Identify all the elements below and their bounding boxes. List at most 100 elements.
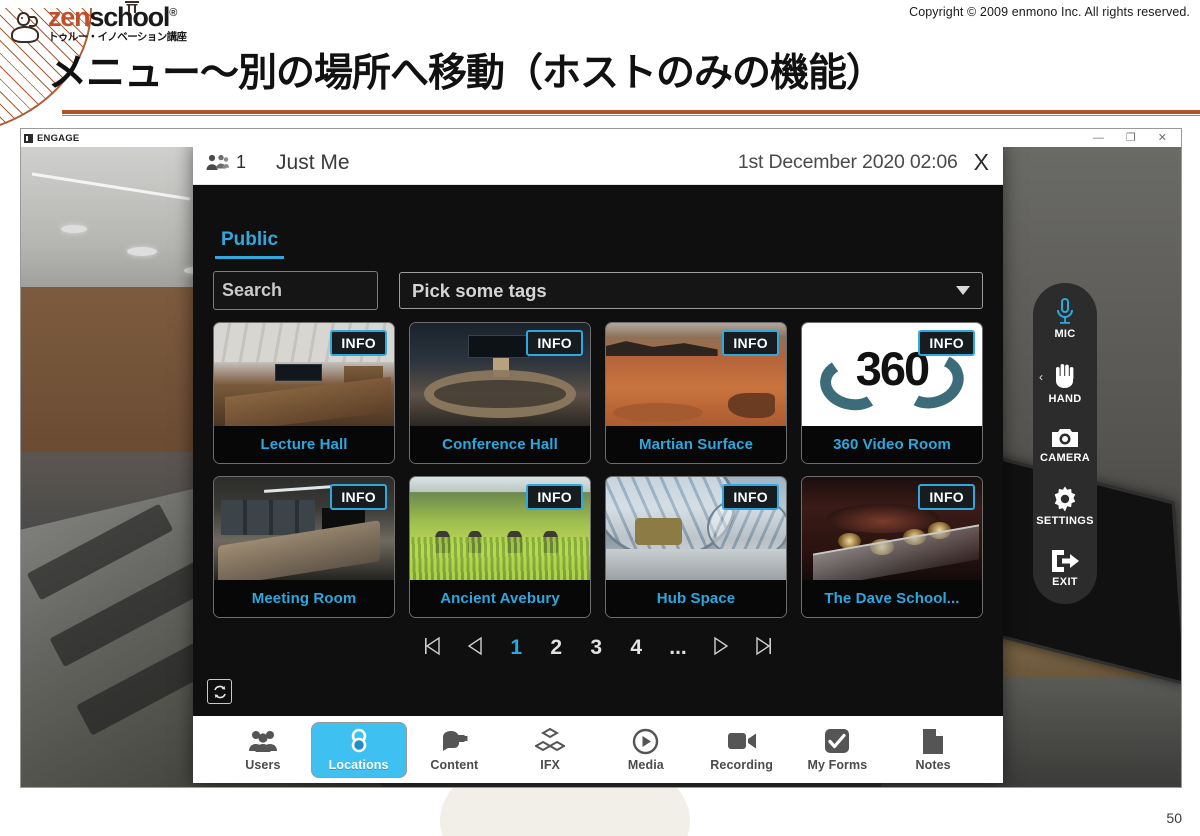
footer-tab-label: Media <box>627 758 664 772</box>
refresh-button[interactable] <box>207 679 232 704</box>
title-underline <box>62 110 1200 114</box>
gear-icon <box>1054 486 1076 512</box>
dialog-close-button[interactable]: X <box>974 151 989 174</box>
vr-button-exit[interactable]: EXIT <box>1033 549 1097 588</box>
info-badge[interactable]: INFO <box>722 484 779 510</box>
copyright-text: Copyright © 2009 enmono Inc. All rights … <box>909 5 1190 19</box>
mascot-icon <box>10 11 44 45</box>
engage-logo-icon <box>24 133 33 143</box>
pagination-first-button[interactable] <box>423 636 441 660</box>
info-badge[interactable]: INFO <box>330 330 387 356</box>
info-badge[interactable]: INFO <box>526 330 583 356</box>
vr-button-mic[interactable]: MIC <box>1033 297 1097 340</box>
card-title: Meeting Room <box>214 580 394 617</box>
participants-indicator: 1 <box>205 152 246 173</box>
media-icon <box>632 727 659 755</box>
footer-tab-label: My Forms <box>807 758 868 772</box>
title-underline-secondary <box>62 115 1200 116</box>
tags-dropdown-label: Pick some tags <box>412 279 547 301</box>
content-icon <box>439 727 469 755</box>
tab-public[interactable]: Public <box>215 229 285 259</box>
card-thumbnail: INFO <box>606 323 786 426</box>
vr-button-label: HAND <box>1048 393 1082 405</box>
location-card[interactable]: INFO Martian Surface <box>605 322 787 464</box>
chevron-left-icon[interactable]: ‹ <box>1039 370 1043 384</box>
window-app-label: ENGAGE <box>21 133 79 144</box>
ifx-icon <box>535 727 566 755</box>
people-icon <box>206 154 229 170</box>
pagination-next-button[interactable] <box>713 636 729 660</box>
locations-dialog: 1 Just Me 1st December 2020 02:06 X Publ… <box>193 141 1003 783</box>
locations-grid: INFO Lecture Hall INFO Conference Hall I… <box>213 322 983 618</box>
dialog-body: Public × Pick some tags <box>193 185 1003 716</box>
location-card[interactable]: 360 INFO 360 Video Room <box>801 322 983 464</box>
logo-registered-mark: ® <box>169 7 177 19</box>
info-badge[interactable]: INFO <box>918 484 975 510</box>
logo-zen: zen <box>48 2 91 32</box>
vr-button-camera[interactable]: CAMERA <box>1033 427 1097 464</box>
footer-tab-media[interactable]: Media <box>598 722 694 778</box>
vr-button-label: EXIT <box>1052 576 1078 588</box>
dialog-header: 1 Just Me 1st December 2020 02:06 X <box>193 141 1003 185</box>
pagination-page-3[interactable]: 3 <box>589 636 603 660</box>
slide-root: zenschool® トゥルー・イノベーション講座 Copyright © 20… <box>0 0 1200 836</box>
minimize-button[interactable]: — <box>1093 132 1104 144</box>
location-card[interactable]: INFO Lecture Hall <box>213 322 395 464</box>
card-title: 360 Video Room <box>802 426 982 463</box>
participant-count: 1 <box>236 152 247 172</box>
location-card[interactable]: INFO Hub Space <box>605 476 787 618</box>
card-title: Ancient Avebury <box>410 580 590 617</box>
engage-app-window: ENGAGE — ❐ ✕ 1 Just Me 1st December 2020… <box>20 128 1182 788</box>
info-badge[interactable]: INFO <box>722 330 779 356</box>
pagination-prev-button[interactable] <box>467 636 483 660</box>
maximize-button[interactable]: ❐ <box>1126 132 1136 144</box>
footer-tab-locations[interactable]: Locations <box>310 721 407 778</box>
footer-tab-label: Content <box>430 758 479 772</box>
card-title: Martian Surface <box>606 426 786 463</box>
recording-icon <box>727 727 757 755</box>
footer-tab-ifx[interactable]: IFX <box>502 722 598 778</box>
window-close-button[interactable]: ✕ <box>1158 132 1167 144</box>
microphone-icon <box>1057 298 1073 324</box>
footer-tab-notes[interactable]: Notes <box>885 722 981 778</box>
page-title: メニュー～別の場所へ移動（ホストのみの機能） <box>48 52 885 95</box>
chevron-down-icon <box>956 286 970 295</box>
card-title: Hub Space <box>606 580 786 617</box>
pagination-page-2[interactable]: 2 <box>549 636 563 660</box>
footer-tab-my-forms[interactable]: My Forms <box>790 722 886 778</box>
window-app-name: ENGAGE <box>37 132 80 144</box>
pagination-last-button[interactable] <box>755 636 773 660</box>
vr-button-label: SETTINGS <box>1036 515 1094 527</box>
info-badge[interactable]: INFO <box>330 484 387 510</box>
logo-tagline: トゥルー・イノベーション講座 <box>48 31 187 43</box>
myforms-icon <box>824 727 850 755</box>
refresh-icon <box>213 685 226 698</box>
info-badge[interactable]: INFO <box>918 330 975 356</box>
hand-icon <box>1056 364 1074 388</box>
pagination-page-4[interactable]: 4 <box>629 636 643 660</box>
footer-tab-label: Locations <box>328 758 389 772</box>
pagination-page-1[interactable]: 1 <box>509 636 523 660</box>
filters-row: × Pick some tags <box>213 271 983 310</box>
footer-tab-users[interactable]: Users <box>215 722 311 778</box>
footer-tab-recording[interactable]: Recording <box>694 722 790 778</box>
card-title: Conference Hall <box>410 426 590 463</box>
slide-page-number: 50 <box>1166 810 1182 826</box>
notes-icon <box>922 727 944 755</box>
footer-tab-content[interactable]: Content <box>407 722 503 778</box>
search-box[interactable]: × <box>213 271 476 310</box>
tags-dropdown[interactable]: Pick some tags <box>399 272 983 309</box>
location-card[interactable]: INFO Ancient Avebury <box>409 476 591 618</box>
location-card[interactable]: INFO The Dave School... <box>801 476 983 618</box>
vr-button-hand[interactable]: ‹ HAND <box>1033 362 1097 405</box>
card-thumbnail: INFO <box>606 477 786 580</box>
vr-button-settings[interactable]: SETTINGS <box>1033 486 1097 527</box>
torii-icon <box>125 1 139 13</box>
footer-tab-label: Users <box>245 758 281 772</box>
card-title: The Dave School... <box>802 580 982 617</box>
vr-side-toolbar: MIC ‹ HAND CAMERA SETTINGS EXIT <box>1033 283 1097 604</box>
location-card[interactable]: INFO Meeting Room <box>213 476 395 618</box>
info-badge[interactable]: INFO <box>526 484 583 510</box>
location-card[interactable]: INFO Conference Hall <box>409 322 591 464</box>
users-icon <box>248 727 278 755</box>
